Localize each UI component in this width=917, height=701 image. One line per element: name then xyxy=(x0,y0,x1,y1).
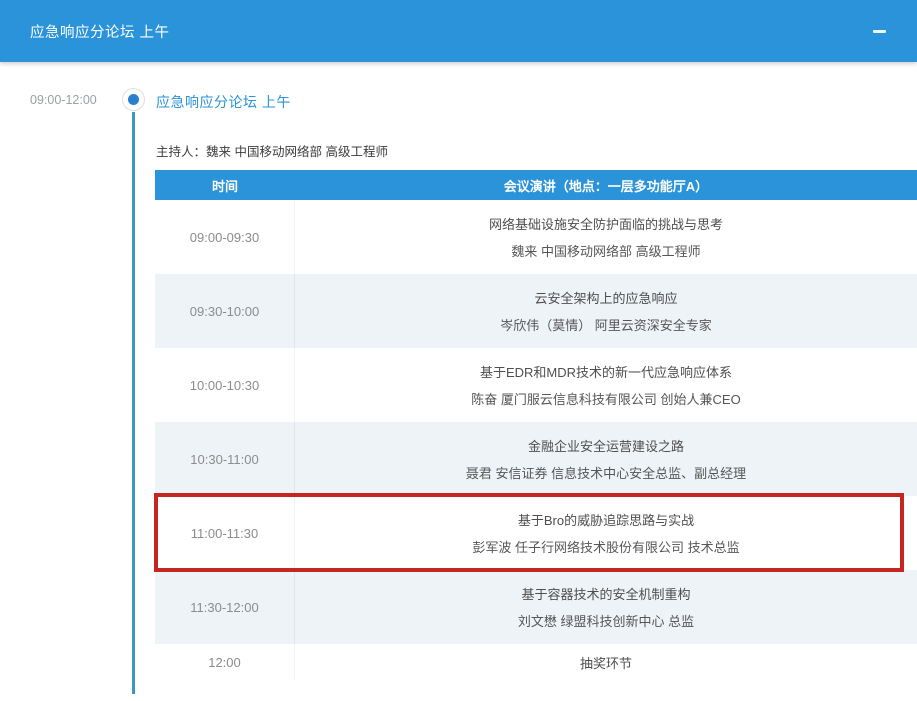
section-header-bar[interactable]: 应急响应分论坛 上午 xyxy=(0,0,917,62)
table-row[interactable]: 10:00-10:30 基于EDR和MDR技术的新一代应急响应体系 陈奋 厦门服… xyxy=(155,348,917,422)
session-time: 12:00 xyxy=(155,644,295,680)
session-title: 金融企业安全运营建设之路 xyxy=(305,436,907,455)
session-content: 基于EDR和MDR技术的新一代应急响应体系 陈奋 厦门服云信息科技有限公司 创始… xyxy=(295,348,917,422)
collapse-button[interactable] xyxy=(869,23,889,39)
timeline-time-range: 09:00-12:00 xyxy=(30,93,97,107)
column-header-session: 会议演讲（地点：一层多功能厅A） xyxy=(295,170,917,200)
table-row[interactable]: 11:30-12:00 基于容器技术的安全机制重构 刘文懋 绿盟科技创新中心 总… xyxy=(155,570,917,644)
column-header-time: 时间 xyxy=(155,170,295,200)
session-speaker: 岑欣伟（莫情） 阿里云资深安全专家 xyxy=(305,315,907,334)
session-speaker: 陈奋 厦门服云信息科技有限公司 创始人兼CEO xyxy=(305,389,907,408)
session-title: 基于Bro的威胁追踪思路与实战 xyxy=(305,510,907,529)
session-content: 抽奖环节 xyxy=(295,644,917,680)
session-time: 09:00-09:30 xyxy=(155,200,295,274)
session-title: 云安全架构上的应急响应 xyxy=(305,288,907,307)
session-time: 09:30-10:00 xyxy=(155,274,295,348)
minus-icon xyxy=(873,30,886,33)
schedule-table: 时间 会议演讲（地点：一层多功能厅A） 09:00-09:30 网络基础设施安全… xyxy=(155,170,917,680)
session-time: 10:30-11:00 xyxy=(155,422,295,496)
session-content: 金融企业安全运营建设之路 聂君 安信证券 信息技术中心安全总监、副总经理 xyxy=(295,422,917,496)
session-time: 11:00-11:30 xyxy=(155,496,295,570)
session-title: 基于容器技术的安全机制重构 xyxy=(305,584,907,603)
session-speaker: 刘文懋 绿盟科技创新中心 总监 xyxy=(305,611,907,630)
schedule-body: 09:00-09:30 网络基础设施安全防护面临的挑战与思考 魏来 中国移动网络… xyxy=(155,200,917,680)
session-title: 网络基础设施安全防护面临的挑战与思考 xyxy=(305,214,907,233)
timeline-line xyxy=(132,112,135,694)
table-row[interactable]: 09:30-10:00 云安全架构上的应急响应 岑欣伟（莫情） 阿里云资深安全专… xyxy=(155,274,917,348)
schedule-table-header: 时间 会议演讲（地点：一层多功能厅A） xyxy=(155,170,917,200)
session-title: 抽奖环节 xyxy=(305,653,907,672)
session-speaker: 彭军波 任子行网络技术股份有限公司 技术总监 xyxy=(305,537,907,556)
section-title: 应急响应分论坛 上午 xyxy=(156,92,291,112)
section-header-title: 应急响应分论坛 上午 xyxy=(30,0,170,62)
session-time: 11:30-12:00 xyxy=(155,570,295,644)
session-content: 基于Bro的威胁追踪思路与实战 彭军波 任子行网络技术股份有限公司 技术总监 xyxy=(295,496,917,570)
moderator-line: 主持人：魏来 中国移动网络部 高级工程师 xyxy=(156,141,388,160)
session-content: 云安全架构上的应急响应 岑欣伟（莫情） 阿里云资深安全专家 xyxy=(295,274,917,348)
timeline-dot-icon xyxy=(122,88,145,111)
agenda-page: 应急响应分论坛 上午 09:00-12:00 应急响应分论坛 上午 主持人：魏来… xyxy=(0,0,917,701)
table-row[interactable]: 09:00-09:30 网络基础设施安全防护面临的挑战与思考 魏来 中国移动网络… xyxy=(155,200,917,274)
session-title: 基于EDR和MDR技术的新一代应急响应体系 xyxy=(305,362,907,381)
table-row[interactable]: 12:00 抽奖环节 xyxy=(155,644,917,680)
session-speaker: 魏来 中国移动网络部 高级工程师 xyxy=(305,241,907,260)
session-content: 网络基础设施安全防护面临的挑战与思考 魏来 中国移动网络部 高级工程师 xyxy=(295,200,917,274)
session-content: 基于容器技术的安全机制重构 刘文懋 绿盟科技创新中心 总监 xyxy=(295,570,917,644)
session-speaker: 聂君 安信证券 信息技术中心安全总监、副总经理 xyxy=(305,463,907,482)
session-time: 10:00-10:30 xyxy=(155,348,295,422)
table-row[interactable]: 10:30-11:00 金融企业安全运营建设之路 聂君 安信证券 信息技术中心安… xyxy=(155,422,917,496)
table-row[interactable]: 11:00-11:30 基于Bro的威胁追踪思路与实战 彭军波 任子行网络技术股… xyxy=(155,496,917,570)
